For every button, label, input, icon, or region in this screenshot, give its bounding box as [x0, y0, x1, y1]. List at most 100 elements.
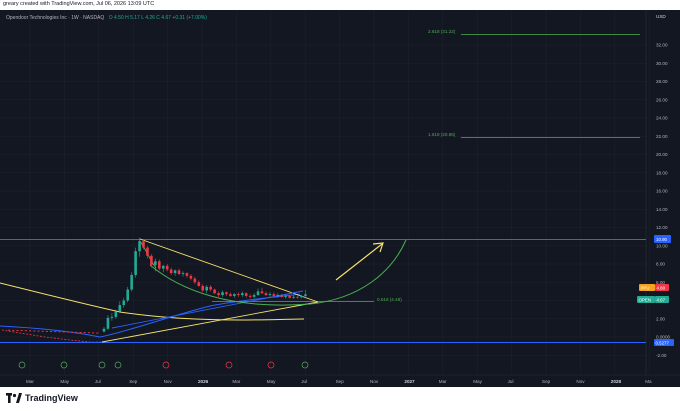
candle-body [118, 305, 122, 312]
price-tick: 30.00 [656, 61, 668, 66]
candle-body [150, 255, 153, 265]
candle-body [197, 282, 201, 286]
price-tick: 22.00 [656, 134, 668, 139]
price-tick: 18.00 [656, 170, 668, 175]
tradingview-logo[interactable]: TradingView [6, 393, 78, 403]
time-tick: 2026 [198, 379, 209, 384]
candle-body [169, 269, 173, 274]
time-tick: Ma [645, 379, 652, 384]
caption-text: greary created with TradingView.com, Jul… [3, 1, 155, 7]
candle-body [280, 295, 284, 297]
candle-body [276, 295, 280, 296]
candle-body [268, 294, 272, 296]
upper-trendline [139, 238, 319, 303]
price-tick: 8.00 [656, 262, 665, 267]
caption-bar: greary created with TradingView.com, Jul… [0, 0, 680, 10]
time-tick: Nov [576, 379, 585, 384]
price-axis: USD 32.00 30.00 28.00 26.00 24.00 22.00 20.00 1… [656, 14, 670, 358]
candle-body [83, 332, 86, 334]
time-tick: Sep [336, 379, 345, 384]
candle-body [12, 329, 15, 331]
candle-body [29, 330, 32, 332]
candle-body [201, 285, 205, 291]
chart-grid [0, 10, 650, 375]
candle-body [8, 329, 11, 331]
candle-body [71, 331, 74, 333]
fib-1618-label: 1.618 (20.86) [428, 132, 456, 137]
candle-body [45, 330, 48, 332]
ppu-tag-text: PPU [641, 286, 650, 291]
candle-body [161, 265, 165, 269]
time-tick: Sep [542, 379, 551, 384]
candle-body [229, 294, 232, 296]
candle-body [264, 293, 268, 296]
event-marker-icon[interactable] [225, 361, 233, 369]
time-axis: Mar May Jul Sep Nov 2026 Mar May Jul Sep Nov 2027 Ma… [26, 379, 652, 384]
ppu-value-text: 4.80 [657, 286, 666, 291]
time-tick: Jul [301, 379, 307, 384]
candle-body [75, 331, 78, 333]
candle-body [16, 329, 19, 331]
candle-body [66, 331, 69, 333]
candle-body [284, 295, 287, 297]
candle-body [62, 331, 65, 333]
event-marker-icon[interactable] [162, 361, 170, 369]
time-tick: Mar [439, 379, 447, 384]
candle-body [165, 265, 169, 270]
candle-body [138, 241, 141, 252]
brand-name: TradingView [25, 393, 78, 403]
candle-body [158, 261, 161, 269]
candle-body [110, 316, 114, 318]
event-marker-icon[interactable] [60, 361, 68, 369]
candle-body [58, 331, 61, 333]
candle-body [20, 330, 23, 332]
candle-body [173, 270, 177, 274]
candle-body [252, 295, 256, 297]
candle-body [87, 332, 90, 334]
price-tick: 20.00 [656, 152, 668, 157]
price-chart[interactable]: 0.618 (4.48) 1.618 (20.86) 2.618 (31.22)… [0, 10, 680, 387]
chart-legend: Opendoor Technologies Inc · 1W · NASDAQ … [6, 15, 207, 21]
price-tick: 24.00 [656, 116, 668, 121]
candle-body [142, 241, 145, 248]
candle-body [300, 295, 303, 298]
candle-body [106, 317, 110, 329]
price-tick: 2.00 [656, 316, 665, 321]
time-tick: Mar [26, 379, 34, 384]
price-tick: 12.00 [656, 225, 668, 230]
candle-body [225, 292, 228, 295]
event-marker-icon[interactable] [114, 361, 122, 369]
tradingview-icon [6, 393, 22, 403]
candle-body [233, 294, 236, 296]
candle-body [96, 332, 99, 334]
candle-body [189, 275, 193, 279]
price-tick: 10.00 [656, 243, 668, 248]
price-tick: -2.00 [656, 353, 667, 358]
price-tick: 26.00 [656, 97, 668, 102]
candle-body [41, 330, 44, 332]
symbol-title[interactable]: Opendoor Technologies Inc · 1W · NASDAQ [6, 15, 104, 21]
candle-body [181, 273, 185, 275]
candle-body [185, 273, 189, 276]
candle-body [102, 328, 106, 332]
candle-body [130, 274, 133, 290]
projection-arrow [335, 242, 384, 281]
open-value-text: 4.67 [657, 298, 666, 303]
candle-body [146, 247, 149, 256]
horizontal-levels: 0.618 (4.48) 1.618 (20.86) 2.618 (31.22) [0, 29, 646, 343]
candle-body [50, 331, 53, 332]
candle-body [240, 293, 244, 296]
time-tick: May [267, 379, 276, 384]
candle-body [296, 296, 299, 298]
time-tick: Jul [508, 379, 514, 384]
event-marker-icon[interactable] [18, 361, 26, 369]
candle-body [33, 330, 36, 332]
ohlc-values: O 4.50 H 5.17 L 4.26 C 4.67 +0.31 (+7.00… [108, 15, 207, 21]
event-marker-icon[interactable] [98, 361, 106, 369]
candle-body [114, 311, 118, 317]
event-markers [18, 361, 309, 369]
candle-body [288, 295, 291, 298]
chart-frame[interactable]: 0.618 (4.48) 1.618 (20.86) 2.618 (31.22)… [0, 10, 680, 387]
candle-body [24, 330, 27, 332]
candle-body [37, 330, 40, 332]
